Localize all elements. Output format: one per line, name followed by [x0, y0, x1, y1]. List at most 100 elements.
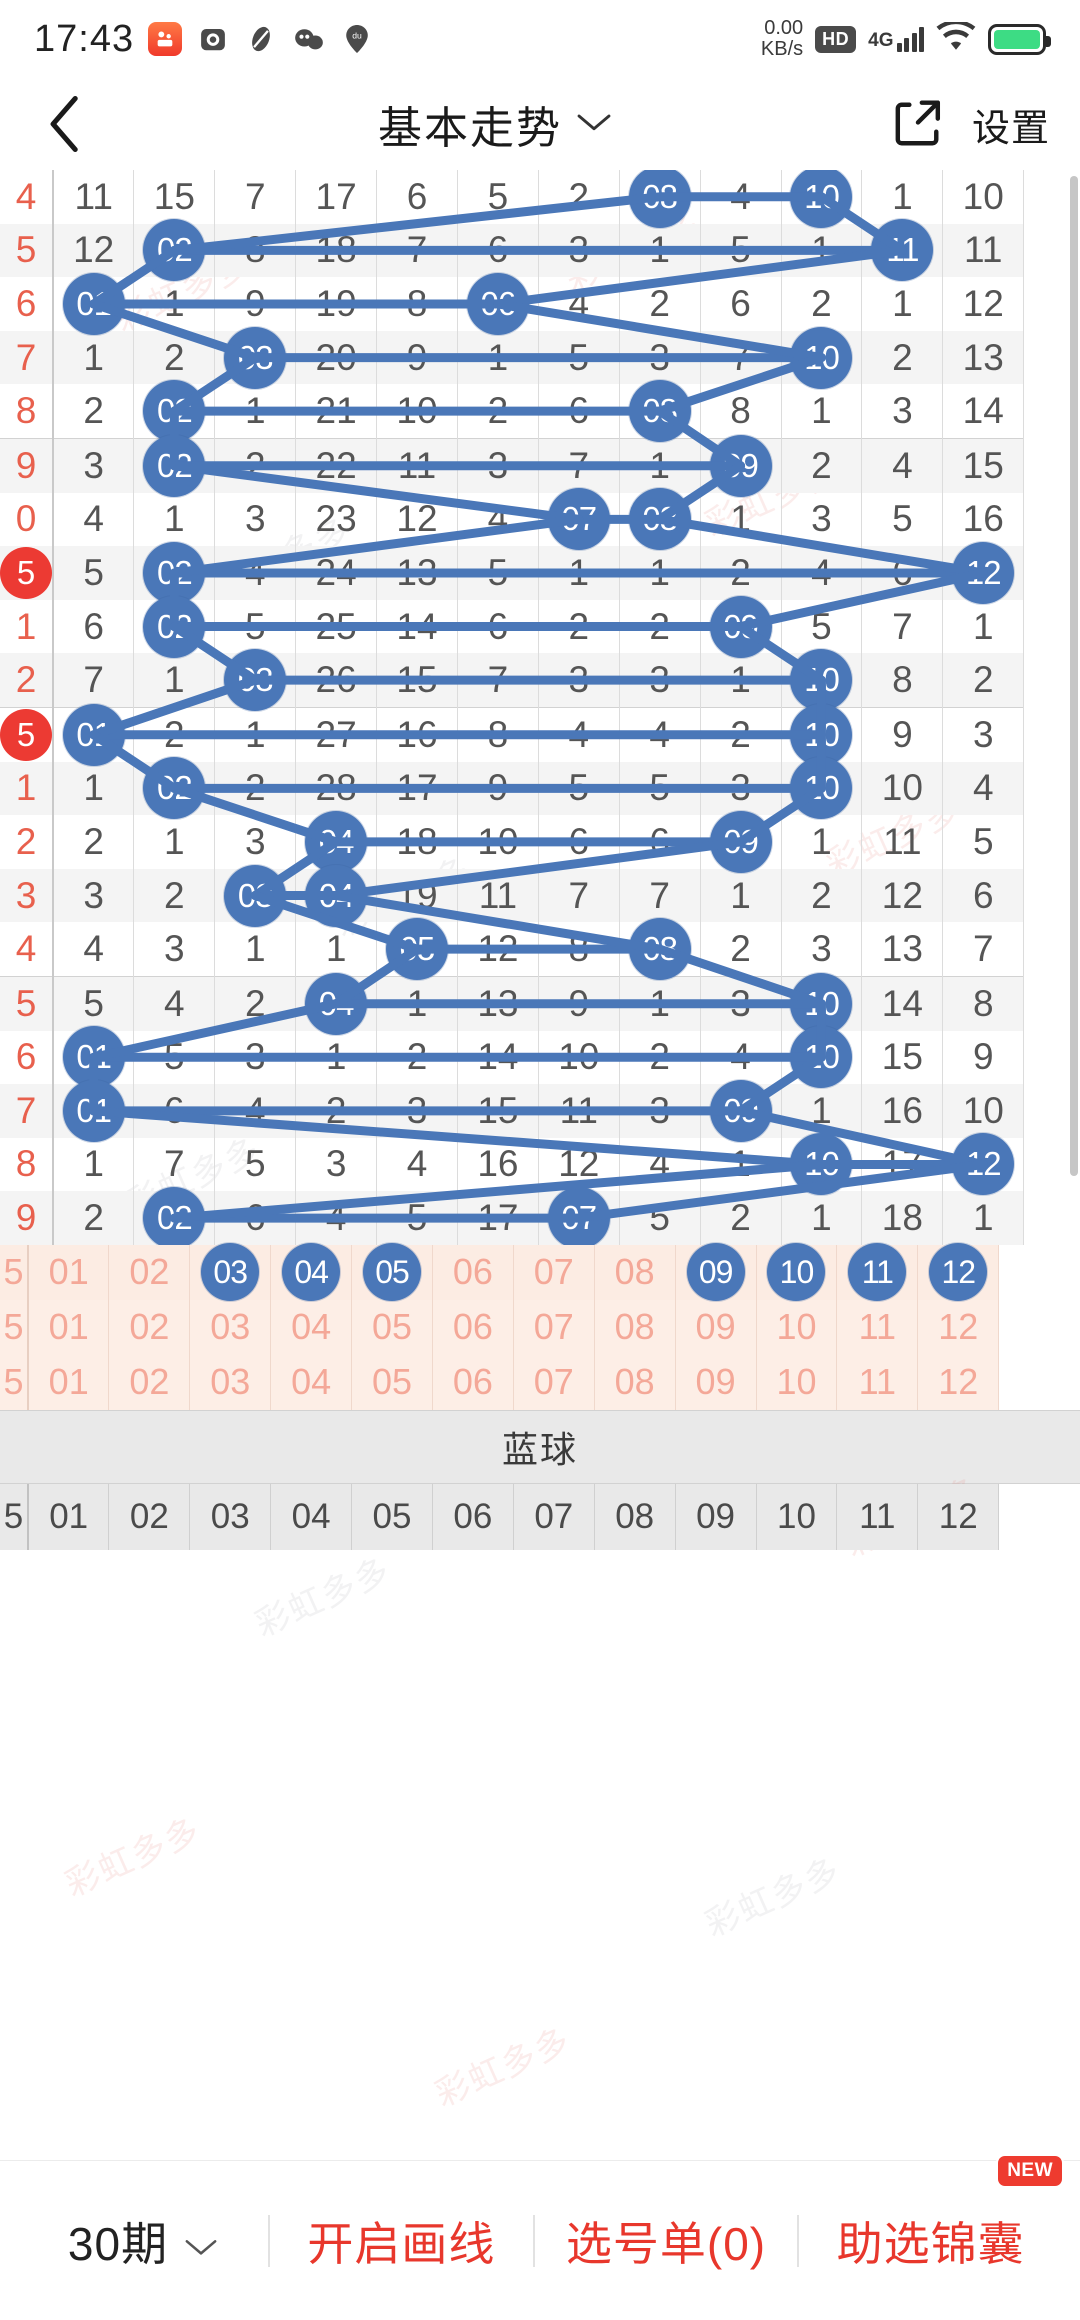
- table-cell[interactable]: 3: [781, 492, 863, 547]
- summary-cell[interactable]: 12: [917, 1243, 1000, 1302]
- table-cell[interactable]: 25: [295, 599, 378, 654]
- table-cell[interactable]: 1: [295, 922, 378, 977]
- table-cell[interactable]: 5: [861, 492, 944, 547]
- summary-cell[interactable]: 10: [756, 1243, 838, 1302]
- table-cell[interactable]: 06: [457, 272, 539, 335]
- number-ball[interactable]: 09: [686, 1243, 745, 1302]
- table-cell[interactable]: 4: [538, 706, 620, 762]
- summary-cell[interactable]: 10: [756, 1354, 838, 1410]
- number-ball[interactable]: 12: [952, 541, 1015, 604]
- table-cell[interactable]: 04: [295, 810, 378, 873]
- table-cell[interactable]: 05: [376, 918, 458, 981]
- table-cell[interactable]: 1: [295, 1030, 378, 1085]
- table-cell[interactable]: 2: [619, 277, 701, 331]
- table-row[interactable]: 9 3 02 2 22 11 3 7 1 09 2 4 15: [0, 434, 1025, 497]
- table-cell[interactable]: 3: [295, 1137, 378, 1192]
- number-ball[interactable]: 03: [224, 649, 287, 712]
- table-cell[interactable]: 2: [376, 1030, 458, 1085]
- summary-cell[interactable]: 04: [270, 1299, 353, 1355]
- table-cell[interactable]: 2: [861, 330, 944, 385]
- share-button[interactable]: [890, 96, 946, 152]
- table-cell[interactable]: 08: [619, 488, 701, 551]
- table-cell[interactable]: 3: [214, 815, 297, 869]
- table-cell[interactable]: 17: [376, 761, 458, 816]
- summary-cell[interactable]: 08: [594, 1354, 676, 1410]
- number-ball[interactable]: 02: [143, 757, 206, 820]
- table-cell[interactable]: 4: [861, 437, 944, 493]
- table-cell[interactable]: 08: [619, 918, 701, 981]
- summary-cell[interactable]: 11: [836, 1354, 919, 1410]
- table-cell[interactable]: 15: [942, 437, 1025, 493]
- table-row[interactable]: 6 01 1 9 19 8 06 4 2 6 2 1 12: [0, 272, 1025, 335]
- table-cell[interactable]: 2: [214, 975, 297, 1031]
- summary-cell[interactable]: 10: [756, 1299, 838, 1355]
- number-ball[interactable]: 11: [848, 1243, 907, 1302]
- table-cell[interactable]: 16: [376, 706, 458, 762]
- blue-ball-column-header[interactable]: 03: [189, 1484, 272, 1550]
- table-cell[interactable]: 11: [861, 219, 944, 282]
- table-cell[interactable]: 1: [53, 330, 135, 385]
- table-cell[interactable]: 2: [295, 1084, 378, 1138]
- table-cell[interactable]: 1: [861, 277, 944, 331]
- table-cell[interactable]: 2: [700, 922, 782, 977]
- table-cell[interactable]: 04: [295, 972, 378, 1035]
- table-row[interactable]: 0 4 1 3 23 12 4 07 08 1 3 5 16: [0, 488, 1025, 551]
- table-cell[interactable]: 12: [53, 223, 135, 278]
- blue-ball-column-header[interactable]: 08: [594, 1484, 676, 1550]
- table-cell[interactable]: 5: [942, 815, 1025, 869]
- table-cell[interactable]: 8: [538, 922, 620, 977]
- table-cell[interactable]: 14: [457, 1030, 539, 1085]
- table-cell[interactable]: 09: [700, 595, 782, 658]
- table-cell[interactable]: 10: [781, 326, 863, 389]
- table-cell[interactable]: 1: [942, 1191, 1025, 1245]
- table-cell[interactable]: 8: [861, 653, 944, 708]
- number-ball[interactable]: 03: [201, 1243, 260, 1302]
- summary-cell[interactable]: 05: [351, 1299, 433, 1355]
- table-cell[interactable]: 1: [781, 1084, 863, 1138]
- summary-row[interactable]: 5 01 02 03 04 05 06 07 08 09 10 11 12: [0, 1243, 1000, 1302]
- table-cell[interactable]: 5: [538, 761, 620, 816]
- table-cell[interactable]: 10: [781, 703, 863, 766]
- number-ball[interactable]: 04: [305, 972, 368, 1035]
- table-cell[interactable]: 5: [619, 1191, 701, 1245]
- table-cell[interactable]: 5: [781, 599, 863, 654]
- blue-ball-column-header[interactable]: 02: [108, 1484, 191, 1550]
- table-cell[interactable]: 6: [861, 546, 944, 600]
- table-cell[interactable]: 27: [295, 706, 378, 762]
- number-ball[interactable]: 08: [628, 488, 691, 551]
- table-cell[interactable]: 02: [133, 541, 216, 604]
- table-cell[interactable]: 9: [214, 277, 297, 331]
- settings-button[interactable]: 设置: [972, 97, 1050, 152]
- table-cell[interactable]: 10: [781, 649, 863, 712]
- number-ball[interactable]: 10: [767, 1243, 826, 1302]
- table-cell[interactable]: 6: [457, 599, 539, 654]
- table-cell[interactable]: 01: [53, 1079, 135, 1142]
- table-cell[interactable]: 6: [538, 384, 620, 439]
- table-row[interactable]: 4 11 15 7 17 6 5 2 08 4 10 1 10: [0, 170, 1025, 228]
- table-cell[interactable]: 9: [942, 1030, 1025, 1085]
- table-cell[interactable]: 7: [133, 1137, 216, 1192]
- table-cell[interactable]: 6: [214, 1191, 297, 1245]
- table-row[interactable]: 5 01 2 1 27 16 8 4 4 2 10 9 3: [0, 703, 1025, 766]
- table-cell[interactable]: 01: [53, 272, 135, 335]
- table-cell[interactable]: 3: [538, 223, 620, 278]
- table-cell[interactable]: 1: [619, 975, 701, 1031]
- table-cell[interactable]: 08: [619, 170, 701, 228]
- table-cell[interactable]: 6: [538, 815, 620, 869]
- table-cell[interactable]: 7: [700, 330, 782, 385]
- table-cell[interactable]: 1: [214, 384, 297, 439]
- title-dropdown[interactable]: 基本走势: [100, 92, 890, 156]
- table-cell[interactable]: 1: [457, 330, 539, 385]
- summary-cell[interactable]: 07: [513, 1244, 595, 1300]
- table-cell[interactable]: 11: [457, 868, 539, 923]
- table-cell[interactable]: 16: [457, 1137, 539, 1192]
- table-cell[interactable]: 3: [942, 706, 1025, 762]
- table-cell[interactable]: 08: [619, 380, 701, 443]
- table-cell[interactable]: 9: [376, 330, 458, 385]
- blue-ball-column-header[interactable]: 12: [917, 1484, 1000, 1550]
- table-row[interactable]: 2 2 1 3 04 18 10 6 6 09 1 11 5: [0, 810, 1025, 873]
- number-ball[interactable]: 10: [790, 1026, 853, 1089]
- table-cell[interactable]: 1: [53, 1137, 135, 1192]
- summary-cell[interactable]: 02: [108, 1354, 191, 1410]
- table-cell[interactable]: 8: [376, 277, 458, 331]
